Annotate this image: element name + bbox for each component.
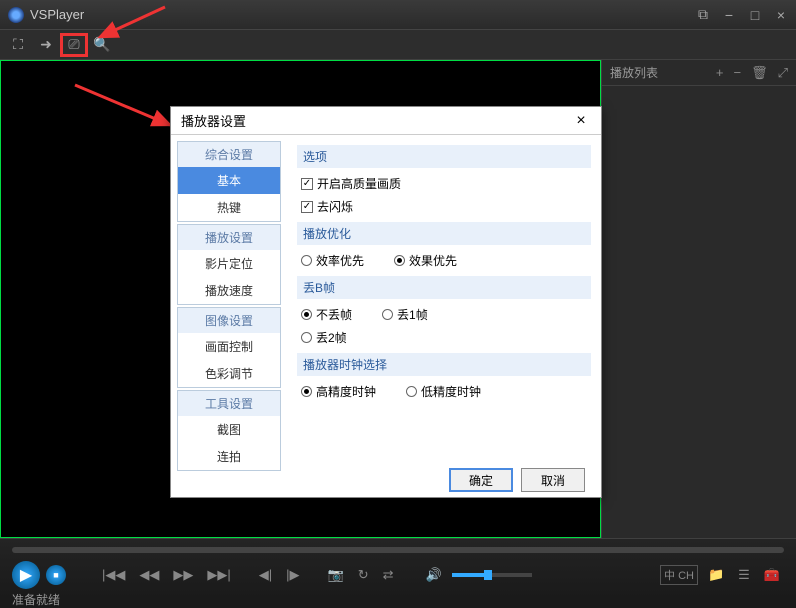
settings-icon[interactable]: ⎚ [60,33,88,57]
tools-icon[interactable]: 🧰 [760,567,784,583]
nav-group-playback: 播放设置 [178,225,280,250]
nav-item-color[interactable]: 色彩调节 [178,360,280,387]
nav-group-general: 综合设置 [178,142,280,167]
skip-end-icon[interactable]: ▶▶| [203,567,234,583]
playlist-remove-icon[interactable]: − [733,65,741,80]
section-clock: 播放器时钟选择 [297,353,591,376]
folder-icon[interactable]: 📁 [704,567,728,583]
skip-start-icon[interactable]: |◀◀ [98,567,129,583]
nav-group-image: 图像设置 [178,308,280,333]
playlist-delete-icon[interactable]: 🗑 [751,65,768,81]
nav-item-burst[interactable]: 连拍 [178,443,280,470]
section-bframe: 丢B帧 [297,276,591,299]
radio-loprec[interactable]: 低精度时钟 [406,383,481,400]
play-button[interactable]: ▶ [12,561,40,589]
fullscreen-icon[interactable]: ⛶ [4,33,32,57]
radio-drop1[interactable]: 丢1帧 [382,306,428,323]
loop-icon[interactable]: ↻ [354,567,373,583]
maximize-button[interactable]: □ [748,8,762,22]
forward-icon[interactable]: ▶▶ [169,567,197,583]
settings-dialog: 播放器设置 × 综合设置 基本 热键 播放设置 影片定位 播放速度 图像设置 画… [170,106,602,498]
stop-button[interactable]: ■ [46,565,66,585]
playlist-panel: 播放列表 + − 🗑 ⤢ [601,60,796,538]
search-icon[interactable]: 🔍 [88,33,116,57]
section-optimization: 播放优化 [297,222,591,245]
lang-badge[interactable]: 中 CH [660,565,698,585]
nav-item-basic[interactable]: 基本 [178,167,280,194]
app-title: VSPlayer [30,7,696,22]
nav-item-screenshot[interactable]: 截图 [178,416,280,443]
app-logo-icon [8,7,24,23]
radio-drop2[interactable]: 丢2帧 [301,329,347,346]
list-icon[interactable]: ☰ [734,567,754,583]
dialog-close-icon[interactable]: × [571,112,591,130]
radio-efficiency[interactable]: 效率优先 [301,252,364,269]
nav-item-frame[interactable]: 画面控制 [178,333,280,360]
playlist-title: 播放列表 [610,64,706,81]
minimize-button[interactable]: − [722,8,736,22]
rewind-icon[interactable]: ◀◀ [135,567,163,583]
checkbox-hq[interactable]: ✓开启高质量画质 [301,175,401,192]
playlist-undock-icon[interactable]: ⤢ [778,65,788,81]
undock-icon[interactable]: ⧉ [696,8,710,22]
dialog-title: 播放器设置 [181,111,571,130]
nav-item-speed[interactable]: 播放速度 [178,277,280,304]
playlist-add-icon[interactable]: + [716,65,724,80]
step-back-icon[interactable]: ◀| [255,567,276,583]
nav-item-hotkey[interactable]: 热键 [178,194,280,221]
close-button[interactable]: × [774,8,788,22]
nav-group-tools: 工具设置 [178,391,280,416]
section-options: 选项 [297,145,591,168]
ok-button[interactable]: 确定 [449,468,513,492]
status-text: 准备就绪 [12,591,784,608]
cancel-button[interactable]: 取消 [521,468,585,492]
radio-hiprec[interactable]: 高精度时钟 [301,383,376,400]
radio-nodrop[interactable]: 不丢帧 [301,306,352,323]
volume-icon[interactable]: 🔊 [422,567,446,583]
volume-slider[interactable] [452,573,532,577]
seek-bar[interactable] [12,547,784,553]
snapshot-icon[interactable]: 📷 [324,567,348,583]
shuffle-icon[interactable]: ⇄ [379,567,398,583]
step-fwd-icon[interactable]: |▶ [282,567,303,583]
pin-icon[interactable]: ➜ [32,33,60,57]
nav-item-seek[interactable]: 影片定位 [178,250,280,277]
radio-quality[interactable]: 效果优先 [394,252,457,269]
checkbox-deflicker[interactable]: ✓去闪烁 [301,198,353,215]
